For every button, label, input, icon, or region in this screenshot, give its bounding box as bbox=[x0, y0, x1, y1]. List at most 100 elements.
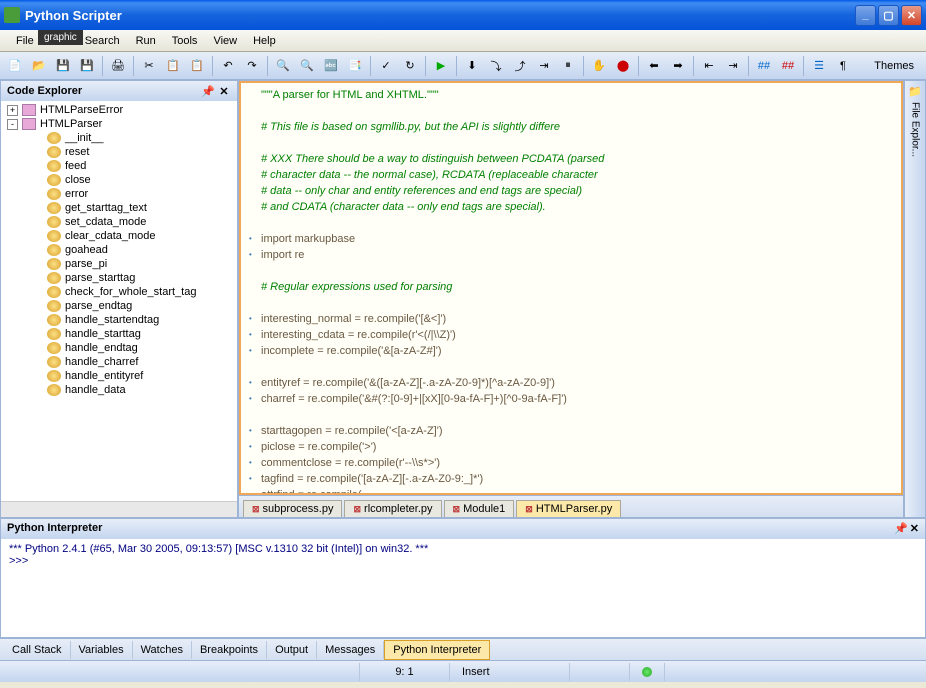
stop-icon[interactable]: ✋ bbox=[588, 55, 610, 77]
cursor-position: 9: 1 bbox=[360, 663, 450, 681]
tree-item[interactable]: handle_data bbox=[3, 383, 235, 397]
tree-item[interactable]: feed bbox=[3, 159, 235, 173]
close-tab-icon[interactable]: ⊠ bbox=[453, 504, 461, 515]
tree-label: HTMLParser bbox=[40, 118, 102, 130]
breakpoint-icon[interactable]: ⬤ bbox=[612, 55, 634, 77]
tree-item[interactable]: parse_pi bbox=[3, 257, 235, 271]
menu-file[interactable]: File bbox=[8, 32, 42, 50]
tree-item[interactable]: goahead bbox=[3, 243, 235, 257]
close-panel-icon[interactable]: ✕ bbox=[910, 522, 919, 536]
uncomment-icon[interactable]: ## bbox=[777, 55, 799, 77]
bottom-tab-watches[interactable]: Watches bbox=[133, 641, 192, 659]
menu-run[interactable]: Run bbox=[128, 32, 164, 50]
save-all-icon[interactable]: 💾 bbox=[76, 55, 98, 77]
find-files-icon[interactable]: 📑 bbox=[344, 55, 366, 77]
print-icon[interactable]: 🖨 bbox=[107, 55, 129, 77]
tree-item[interactable]: __init__ bbox=[3, 131, 235, 145]
code-text: entityref = re.compile('&([a-zA-Z][-.a-z… bbox=[261, 375, 893, 391]
save-icon[interactable]: 💾 bbox=[52, 55, 74, 77]
code-text: commentclose = re.compile(r'--\\s*>') bbox=[261, 455, 893, 471]
continue-icon[interactable]: ⇥ bbox=[533, 55, 555, 77]
tree-item[interactable]: handle_charref bbox=[3, 355, 235, 369]
bottom-tab-variables[interactable]: Variables bbox=[71, 641, 133, 659]
step-out-icon[interactable]: ⤴ bbox=[509, 55, 531, 77]
pilcrow-icon[interactable]: ¶ bbox=[832, 55, 854, 77]
h-scrollbar[interactable] bbox=[1, 501, 237, 517]
editor-tab[interactable]: ⊠subprocess.py bbox=[243, 500, 342, 517]
run-icon[interactable]: ▶ bbox=[430, 55, 452, 77]
code-text: # and CDATA (character data -- only end … bbox=[261, 199, 893, 215]
pin-icon[interactable]: 📌 bbox=[894, 522, 908, 536]
code-tree[interactable]: +HTMLParseError - HTMLParser__init__resetf… bbox=[1, 101, 237, 501]
bottom-tab-breakpoints[interactable]: Breakpoints bbox=[192, 641, 267, 659]
code-explorer-title: Code Explorer 📌 ✕ bbox=[1, 81, 237, 101]
maximize-button[interactable]: ▢ bbox=[878, 5, 899, 26]
step-into-icon[interactable]: ⬇ bbox=[461, 55, 483, 77]
menu-tools[interactable]: Tools bbox=[164, 32, 206, 50]
tree-item[interactable]: close bbox=[3, 173, 235, 187]
replace-icon[interactable]: 🔤 bbox=[320, 55, 342, 77]
editor-tab[interactable]: ⊠Module1 bbox=[444, 500, 515, 517]
tree-item[interactable]: set_cdata_mode bbox=[3, 215, 235, 229]
tree-item[interactable]: handle_startendtag bbox=[3, 313, 235, 327]
tree-item[interactable]: - HTMLParser bbox=[3, 117, 235, 131]
status-empty bbox=[0, 663, 360, 681]
themes-menu[interactable]: Themes bbox=[866, 58, 922, 74]
expand-icon[interactable]: - bbox=[7, 119, 18, 130]
undo-icon[interactable]: ↶ bbox=[217, 55, 239, 77]
tree-item[interactable]: +HTMLParseError bbox=[3, 103, 235, 117]
pin-icon[interactable]: 📌 bbox=[201, 85, 215, 98]
fold-marker bbox=[249, 167, 261, 183]
step-over-icon[interactable]: ⤵ bbox=[485, 55, 507, 77]
find-next-icon[interactable]: 🔍 bbox=[296, 55, 318, 77]
interpreter-console[interactable]: *** Python 2.4.1 (#65, Mar 30 2005, 09:1… bbox=[1, 539, 925, 637]
menu-search[interactable]: Search bbox=[77, 32, 128, 50]
close-tab-icon[interactable]: ⊠ bbox=[353, 504, 361, 515]
code-text: attrfind = re.compile( bbox=[261, 487, 893, 495]
editor-tab[interactable]: ⊠rlcompleter.py bbox=[344, 500, 441, 517]
tree-item[interactable]: handle_endtag bbox=[3, 341, 235, 355]
close-panel-icon[interactable]: ✕ bbox=[217, 85, 231, 98]
nav-fwd-icon[interactable]: ➡ bbox=[667, 55, 689, 77]
tree-item[interactable]: clear_cdata_mode bbox=[3, 229, 235, 243]
tree-item[interactable]: error bbox=[3, 187, 235, 201]
nav-back-icon[interactable]: ⬅ bbox=[643, 55, 665, 77]
find-icon[interactable]: 🔍 bbox=[272, 55, 294, 77]
close-tab-icon[interactable]: ⊠ bbox=[525, 504, 533, 515]
new-file-icon[interactable]: 📄 bbox=[4, 55, 26, 77]
tree-item[interactable]: parse_starttag bbox=[3, 271, 235, 285]
indent-right-icon[interactable]: ⇥ bbox=[722, 55, 744, 77]
code-line: •import markupbase bbox=[249, 231, 893, 247]
check-icon[interactable]: ✓ bbox=[375, 55, 397, 77]
indent-left-icon[interactable]: ⇤ bbox=[698, 55, 720, 77]
tree-item[interactable]: parse_endtag bbox=[3, 299, 235, 313]
bottom-tab-call-stack[interactable]: Call Stack bbox=[4, 641, 71, 659]
expand-icon[interactable]: + bbox=[7, 105, 18, 116]
cut-icon[interactable]: ✂ bbox=[138, 55, 160, 77]
tree-item[interactable]: handle_starttag bbox=[3, 327, 235, 341]
comment-icon[interactable]: ## bbox=[753, 55, 775, 77]
pause-icon[interactable]: ⏸ bbox=[557, 55, 579, 77]
paste-icon[interactable]: 📋 bbox=[186, 55, 208, 77]
tree-item[interactable]: handle_entityref bbox=[3, 369, 235, 383]
tree-item[interactable]: get_starttag_text bbox=[3, 201, 235, 215]
file-explorer-tab[interactable]: 📁 File Explor... bbox=[904, 80, 926, 518]
separator bbox=[638, 56, 639, 76]
close-button[interactable]: ✕ bbox=[901, 5, 922, 26]
reload-icon[interactable]: ↻ bbox=[399, 55, 421, 77]
bottom-tab-python-interpreter[interactable]: Python Interpreter bbox=[384, 640, 490, 660]
copy-icon[interactable]: 📋 bbox=[162, 55, 184, 77]
tree-item[interactable]: reset bbox=[3, 145, 235, 159]
close-tab-icon[interactable]: ⊠ bbox=[252, 504, 260, 515]
open-file-icon[interactable]: 📂 bbox=[28, 55, 50, 77]
redo-icon[interactable]: ↷ bbox=[241, 55, 263, 77]
menu-view[interactable]: View bbox=[205, 32, 245, 50]
bottom-tab-messages[interactable]: Messages bbox=[317, 641, 384, 659]
list-icon[interactable]: ☰ bbox=[808, 55, 830, 77]
menu-help[interactable]: Help bbox=[245, 32, 284, 50]
tree-item[interactable]: check_for_whole_start_tag bbox=[3, 285, 235, 299]
editor-tab[interactable]: ⊠HTMLParser.py bbox=[516, 500, 621, 517]
minimize-button[interactable]: _ bbox=[855, 5, 876, 26]
code-editor[interactable]: """A parser for HTML and XHTML.""" # Thi… bbox=[239, 81, 903, 495]
bottom-tab-output[interactable]: Output bbox=[267, 641, 317, 659]
